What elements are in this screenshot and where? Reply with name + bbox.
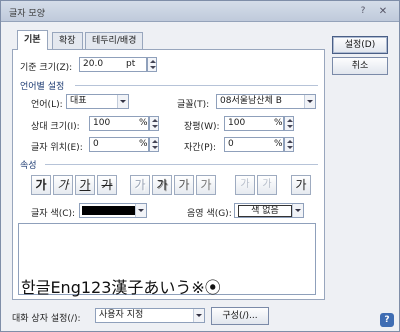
char-width-value: 100	[228, 118, 246, 128]
char-spacing-unit: %	[274, 139, 283, 149]
chevron-down-icon	[292, 204, 303, 217]
chevron-down-icon	[193, 309, 204, 322]
help-icon[interactable]: ?	[380, 313, 394, 327]
relative-size-unit: %	[139, 118, 148, 128]
tab-basic[interactable]: 기본	[17, 30, 48, 50]
shade-color-label: 음영 색(G):	[187, 209, 232, 219]
shade-color-select[interactable]: 색 없음	[234, 203, 304, 218]
attr-section-divider	[45, 164, 318, 165]
attr-section-title: 속성	[20, 161, 37, 171]
language-label: 언어(L):	[31, 100, 63, 110]
lang-section-title: 언어별 설정	[20, 82, 65, 92]
language-value: 대표	[70, 96, 87, 106]
text-color-label: 글자 색(C):	[31, 209, 76, 219]
bold-button[interactable]: 가	[31, 175, 51, 195]
relative-size-label: 상대 크기(I):	[31, 122, 80, 132]
relative-size-input[interactable]: 100 %	[89, 116, 149, 131]
dialog-title: 글자 모양	[9, 9, 45, 19]
base-size-value: 20.0	[83, 59, 104, 69]
normal-button[interactable]: 가	[291, 175, 311, 195]
help-icon[interactable]: ?	[356, 5, 370, 18]
tab-border-background[interactable]: 테두리/배경	[85, 32, 144, 49]
font-label: 글꼴(T):	[177, 100, 210, 110]
font-select[interactable]: 08서울남산체 B	[216, 94, 316, 109]
text-color-select[interactable]	[79, 203, 147, 218]
relative-size-stepper[interactable]	[149, 116, 159, 131]
base-size-input[interactable]: 20.0 pt	[79, 57, 147, 72]
char-position-value: 0	[93, 139, 99, 149]
dialog-setting-select[interactable]: 사용자 지정	[95, 308, 205, 323]
base-size-unit: pt	[126, 59, 136, 69]
chevron-down-icon	[117, 95, 128, 108]
base-size-label: 기준 크기(Z):	[20, 63, 73, 73]
chevron-down-icon	[304, 95, 315, 108]
tab-extended[interactable]: 확장	[52, 32, 83, 49]
shadow-button[interactable]: 가	[152, 175, 172, 195]
close-icon[interactable]: ✕	[376, 5, 390, 18]
shade-color-value: 색 없음	[238, 205, 292, 217]
char-width-input[interactable]: 100 %	[224, 116, 284, 131]
dialog-setting-label: 대화 상자 설정(/):	[12, 314, 81, 324]
char-position-unit: %	[139, 139, 148, 149]
dialog-setting-value: 사용자 지정	[99, 310, 144, 320]
subscript-button[interactable]: 가	[257, 175, 277, 195]
cancel-button[interactable]: 취소	[332, 57, 388, 75]
char-position-stepper[interactable]	[149, 137, 159, 152]
compose-button[interactable]: 구성(/)...	[211, 307, 269, 325]
italic-button[interactable]: 가	[53, 175, 73, 195]
ok-button[interactable]: 설정(D)	[332, 36, 388, 54]
strikethrough-button[interactable]: 가	[97, 175, 117, 195]
char-spacing-input[interactable]: 0 %	[224, 137, 284, 152]
char-shape-dialog: 글자 모양 ? ✕ 기본 확장 테두리/배경 기준 크기(Z): 20.0 pt…	[0, 0, 400, 332]
emboss-button[interactable]: 가	[174, 175, 194, 195]
lang-section-divider	[75, 85, 318, 86]
char-position-input[interactable]: 0 %	[89, 137, 149, 152]
char-width-stepper[interactable]	[284, 116, 294, 131]
title-bar: 글자 모양 ? ✕	[1, 1, 399, 22]
relative-size-value: 100	[93, 118, 111, 128]
preview-text: 한글Eng123漢子あいう※⦿	[21, 278, 221, 297]
engrave-button[interactable]: 가	[196, 175, 216, 195]
font-value: 08서울남산체 B	[220, 96, 282, 106]
outline-button[interactable]: 가	[130, 175, 150, 195]
text-color-swatch	[82, 206, 136, 215]
char-spacing-stepper[interactable]	[284, 137, 294, 152]
char-position-label: 글자 위치(E):	[31, 143, 83, 153]
preview-box: 한글Eng123漢子あいう※⦿	[18, 223, 316, 297]
chevron-down-icon	[135, 204, 146, 217]
underline-button[interactable]: 가	[75, 175, 95, 195]
base-size-stepper[interactable]	[147, 57, 157, 72]
language-select[interactable]: 대표	[66, 94, 129, 109]
char-width-unit: %	[274, 118, 283, 128]
superscript-button[interactable]: 가	[235, 175, 255, 195]
char-width-label: 장평(W):	[184, 122, 220, 132]
char-spacing-label: 자간(P):	[184, 143, 217, 153]
char-spacing-value: 0	[228, 139, 234, 149]
